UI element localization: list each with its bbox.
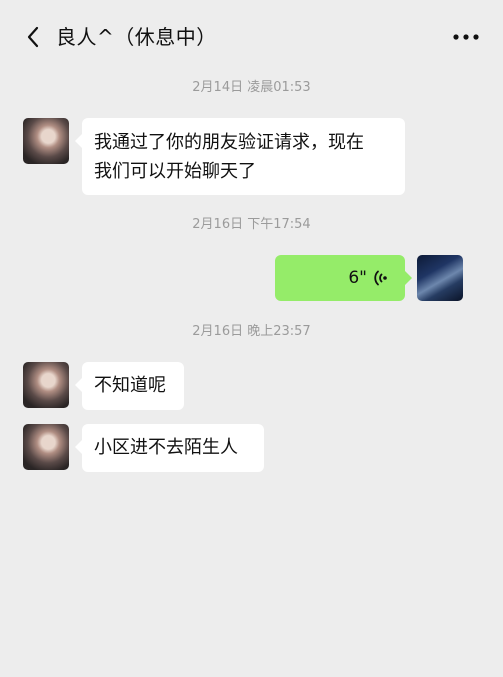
back-button[interactable] (20, 22, 46, 52)
chat-title: 良人^（休息中） (56, 25, 217, 49)
voice-wave-icon (373, 269, 389, 287)
timestamp: 2月16日 晚上23:57 (192, 324, 311, 339)
timestamp: 2月16日 下午17:54 (192, 217, 311, 232)
more-options-button[interactable] (449, 22, 483, 52)
voice-message-content: 6" (287, 255, 393, 301)
message-text-line: 我们可以开始聊天了 (94, 161, 256, 182)
message-text-line: 我通过了你的朋友验证请求，现在 (94, 132, 364, 153)
contact-avatar[interactable] (23, 118, 69, 164)
contact-avatar[interactable] (23, 424, 69, 470)
contact-avatar[interactable] (23, 362, 69, 408)
my-avatar[interactable] (417, 255, 463, 301)
message-text: 不知道呢 (94, 375, 166, 396)
timestamp: 2月14日 凌晨01:53 (192, 80, 311, 95)
voice-message-bubble[interactable]: 6" (275, 255, 412, 301)
message-bubble-received[interactable]: 小区进不去陌生人 (75, 424, 264, 472)
chevron-left-icon (27, 26, 39, 48)
voice-duration: 6" (348, 267, 367, 288)
message-text: 小区进不去陌生人 (94, 437, 238, 458)
chat-screen: 良人^（休息中） 2月14日 凌晨01:53 我通过了你的朋友验证请求，现在 我… (0, 0, 503, 677)
more-dots-icon (453, 34, 479, 40)
message-bubble-received[interactable]: 我通过了你的朋友验证请求，现在 我们可以开始聊天了 (75, 118, 405, 195)
chat-header: 良人^（休息中） (0, 0, 503, 70)
message-bubble-received[interactable]: 不知道呢 (75, 362, 184, 410)
